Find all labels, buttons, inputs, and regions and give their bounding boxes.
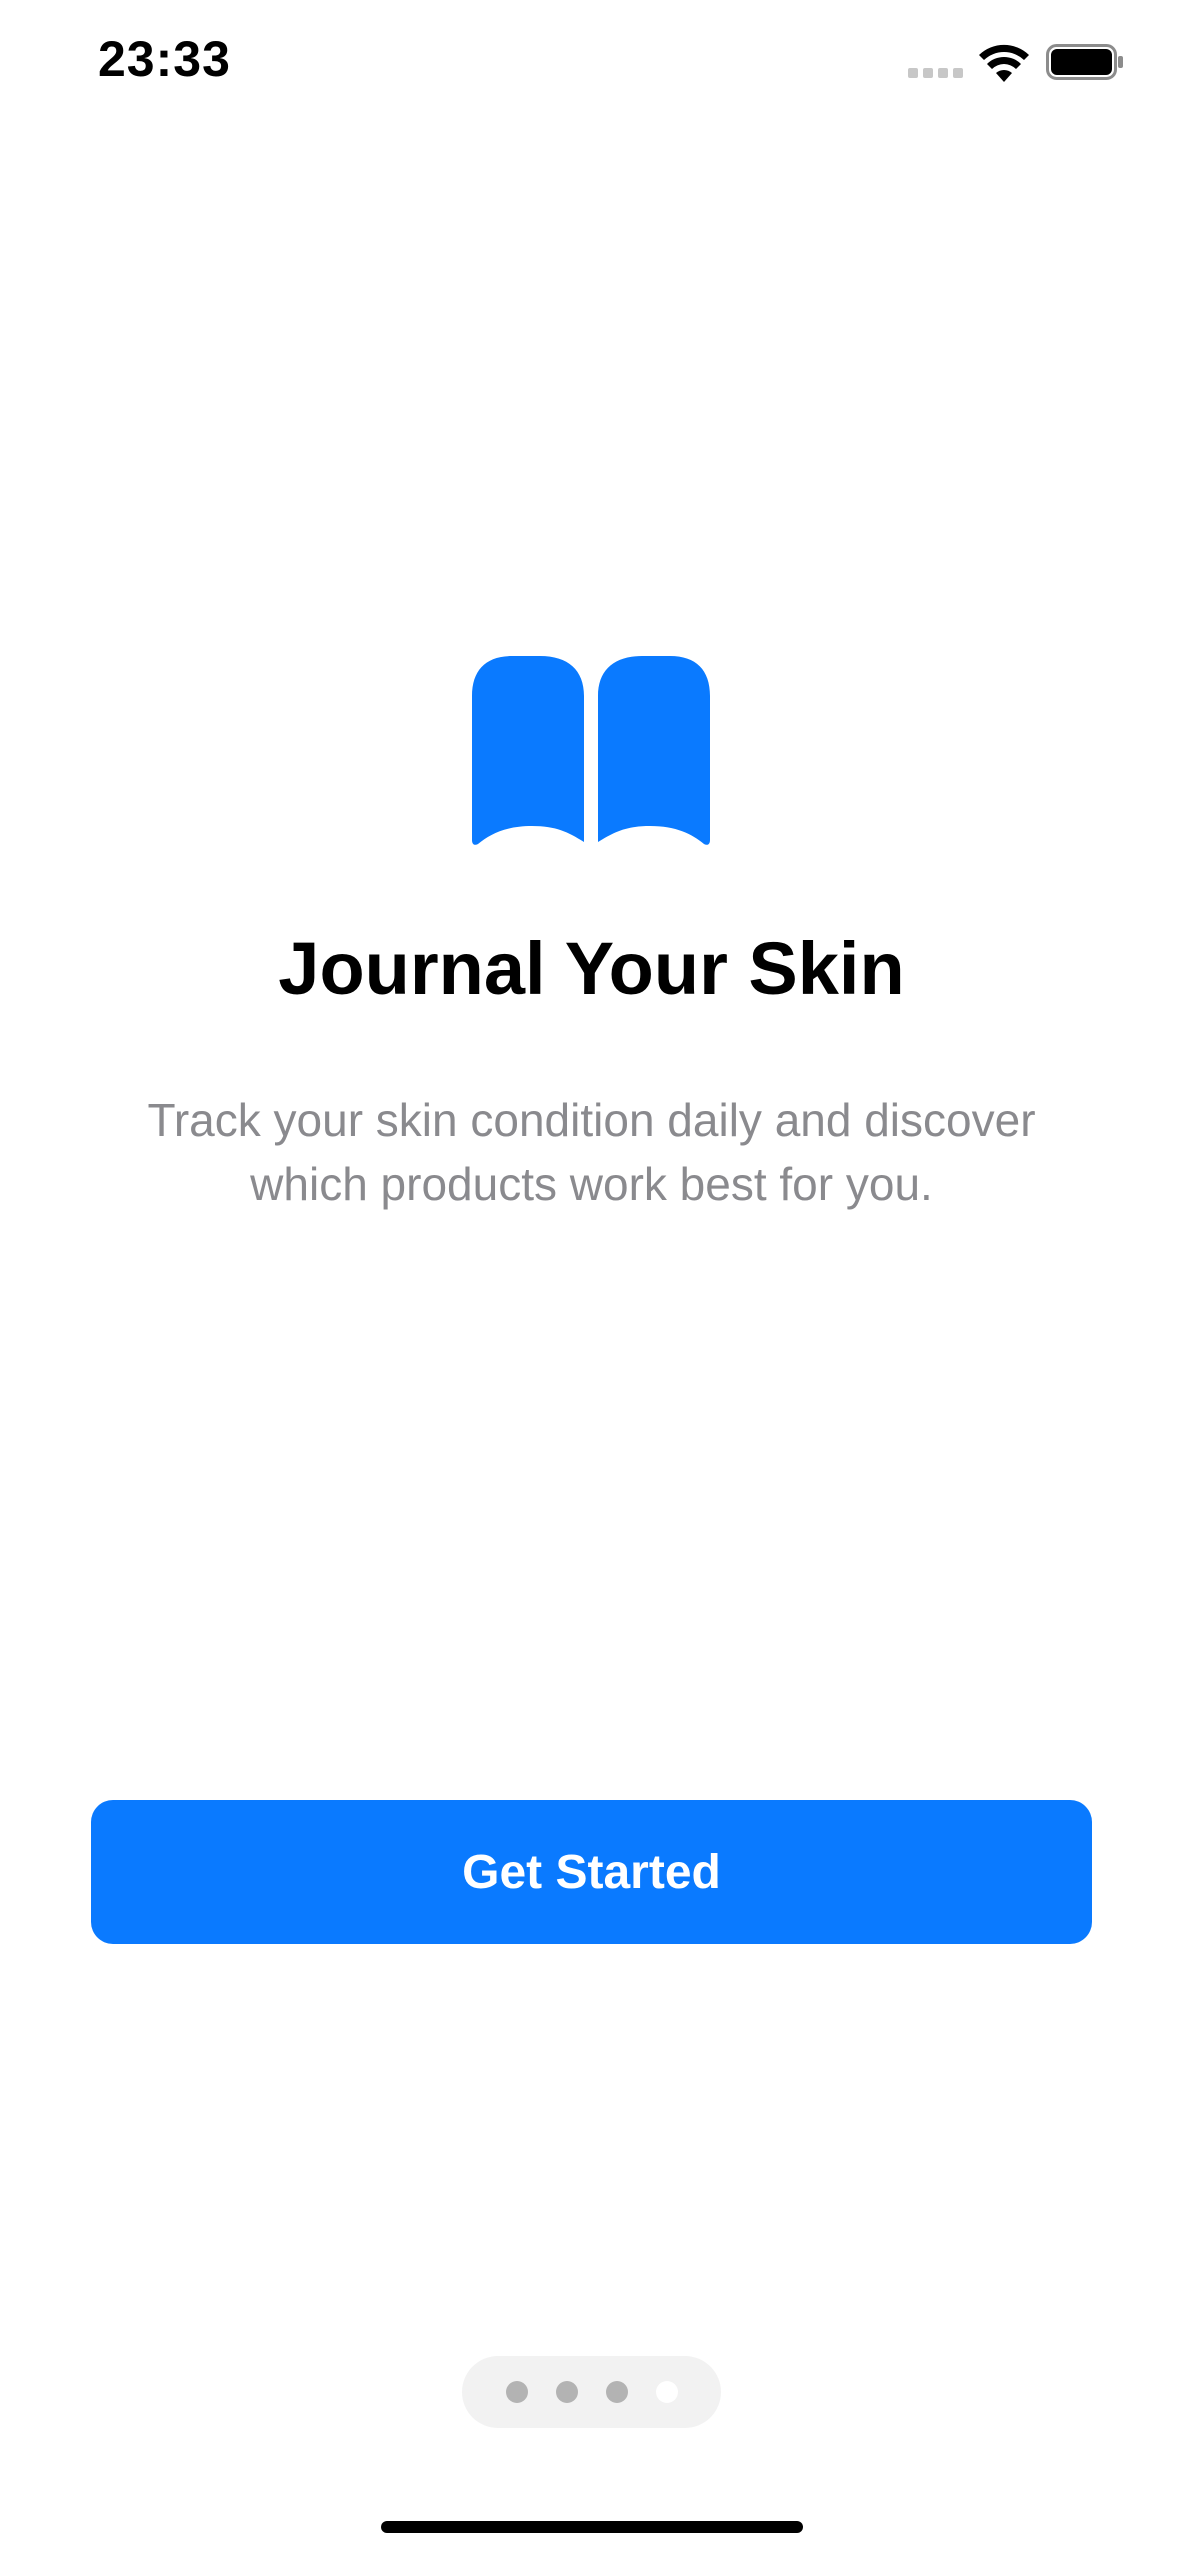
get-started-label: Get Started: [462, 1845, 721, 1899]
page-dot-4-current[interactable]: [655, 2381, 678, 2403]
get-started-button[interactable]: Get Started: [91, 1800, 1092, 1944]
status-bar: 23:33: [0, 0, 1183, 140]
page-dot-2[interactable]: [555, 2381, 578, 2403]
onboarding-subtitle: Track your skin condition daily and disc…: [147, 1094, 1036, 1210]
home-indicator[interactable]: [381, 2521, 803, 2533]
onboarding-title: Journal Your Skin: [278, 927, 905, 1010]
page-indicator[interactable]: [462, 2356, 721, 2428]
book-icon: [472, 656, 710, 845]
page-dot-1[interactable]: [505, 2381, 528, 2403]
battery-icon: [1046, 44, 1123, 80]
page-dot-3[interactable]: [605, 2381, 628, 2403]
wifi-icon: [979, 44, 1029, 82]
status-time: 23:33: [98, 31, 231, 87]
cellular-signal-icon: [908, 68, 963, 78]
